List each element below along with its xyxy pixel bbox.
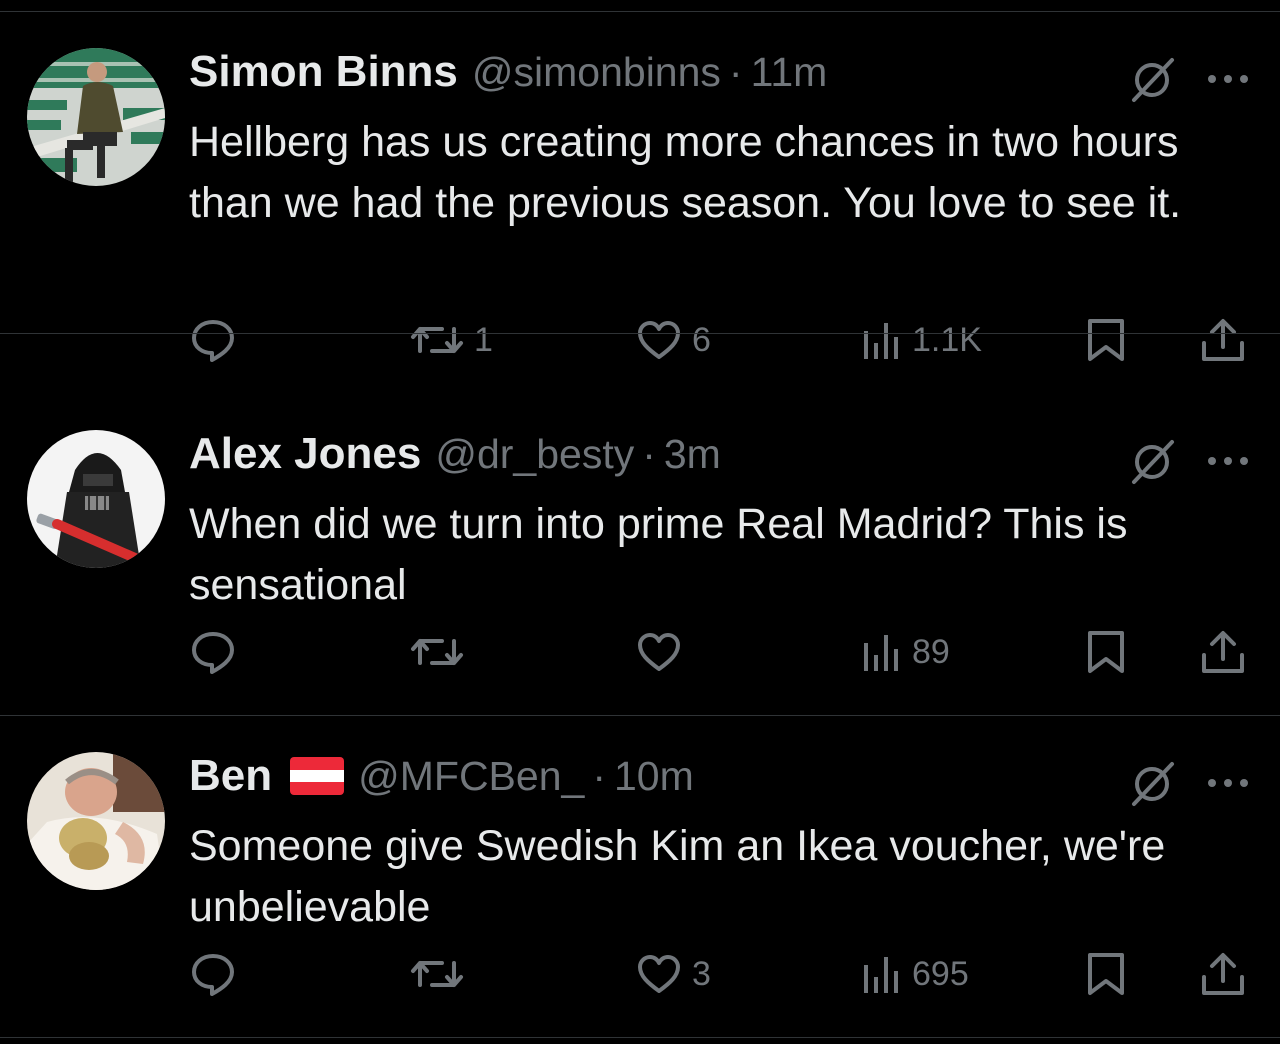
avatar[interactable] — [27, 752, 165, 890]
timestamp[interactable]: 10m — [614, 753, 694, 800]
like-icon — [636, 317, 682, 363]
share-button[interactable] — [1200, 314, 1246, 366]
person-photo — [27, 752, 165, 890]
share-icon — [1200, 317, 1246, 363]
bookmark-icon — [1086, 317, 1126, 363]
more-icon[interactable] — [1205, 66, 1251, 92]
bookmark-button[interactable] — [1086, 314, 1126, 366]
timestamp[interactable]: 11m — [751, 49, 828, 96]
share-icon — [1200, 951, 1246, 997]
action-bar: 1 6 1.1K — [0, 314, 1280, 366]
display-name[interactable]: Ben — [189, 751, 272, 801]
tweet-divider — [0, 1037, 1280, 1038]
action-bar: 3 695 — [0, 948, 1280, 1000]
retweet-count: 1 — [474, 320, 493, 359]
reply-button[interactable] — [190, 948, 246, 1000]
action-bar: 89 — [0, 626, 1280, 678]
user-handle[interactable]: @MFCBen_ — [358, 753, 584, 800]
views-button[interactable]: 89 — [862, 626, 950, 678]
display-name[interactable]: Alex Jones — [189, 429, 421, 479]
reply-button[interactable] — [190, 314, 246, 366]
retweet-button[interactable] — [410, 626, 474, 678]
tweet[interactable]: Alex Jones @dr_besty · 3m When did we tu… — [0, 394, 1280, 716]
bookmark-button[interactable] — [1086, 948, 1126, 1000]
user-handle[interactable]: @dr_besty — [435, 431, 634, 478]
tweet-divider — [0, 333, 1280, 334]
views-icon — [862, 317, 902, 363]
bookmark-icon — [1086, 629, 1126, 675]
view-count: 695 — [912, 954, 969, 993]
view-count: 89 — [912, 632, 950, 671]
tweet-header: Alex Jones @dr_besty · 3m — [189, 426, 721, 482]
like-count: 3 — [692, 954, 711, 993]
user-handle[interactable]: @simonbinns — [472, 49, 721, 96]
reply-icon — [190, 629, 236, 675]
more-icon[interactable] — [1205, 448, 1251, 474]
tweet[interactable]: Simon Binns @simonbinns · 11m Hellberg h… — [0, 12, 1280, 362]
display-name[interactable]: Simon Binns — [189, 47, 458, 97]
reply-icon — [190, 951, 236, 997]
like-icon — [636, 951, 682, 997]
retweet-icon — [410, 629, 464, 675]
bookmark-button[interactable] — [1086, 626, 1126, 678]
grok-icon[interactable] — [1128, 760, 1176, 808]
share-icon — [1200, 629, 1246, 675]
stadium-seat-photo — [27, 48, 165, 186]
views-button[interactable]: 1.1K — [862, 314, 982, 366]
separator-dot: · — [592, 752, 606, 799]
reply-icon — [190, 317, 236, 363]
tweet[interactable]: Ben @MFCBen_ · 10m Someone give Swedish … — [0, 716, 1280, 1038]
retweet-button[interactable]: 1 — [410, 314, 493, 366]
views-icon — [862, 951, 902, 997]
share-button[interactable] — [1200, 948, 1246, 1000]
view-count: 1.1K — [912, 320, 982, 359]
like-button[interactable]: 6 — [636, 314, 711, 366]
tweet-text: Someone give Swedish Kim an Ikea voucher… — [189, 822, 1166, 931]
grok-icon[interactable] — [1128, 438, 1176, 486]
darth-vader-figure — [27, 430, 165, 568]
retweet-icon — [410, 951, 464, 997]
share-button[interactable] — [1200, 626, 1246, 678]
retweet-icon — [410, 317, 464, 363]
bookmark-icon — [1086, 951, 1126, 997]
like-count: 6 — [692, 320, 711, 359]
like-icon — [636, 629, 682, 675]
grok-icon[interactable] — [1128, 56, 1176, 104]
austria-flag-icon — [290, 757, 345, 795]
like-button[interactable] — [636, 626, 692, 678]
like-button[interactable]: 3 — [636, 948, 711, 1000]
timestamp[interactable]: 3m — [664, 431, 721, 478]
tweet-text: Hellberg has us creating more chances in… — [189, 118, 1182, 227]
tweet-header: Simon Binns @simonbinns · 11m — [189, 44, 827, 100]
more-icon[interactable] — [1205, 770, 1251, 796]
reply-button[interactable] — [190, 626, 246, 678]
retweet-button[interactable] — [410, 948, 474, 1000]
tweet-header: Ben @MFCBen_ · 10m — [189, 748, 694, 804]
tweet-text: When did we turn into prime Real Madrid?… — [189, 500, 1128, 609]
avatar[interactable] — [27, 48, 165, 186]
views-icon — [862, 629, 902, 675]
separator-dot: · — [642, 430, 656, 477]
views-button[interactable]: 695 — [862, 948, 969, 1000]
separator-dot: · — [728, 48, 743, 95]
avatar[interactable] — [27, 430, 165, 568]
